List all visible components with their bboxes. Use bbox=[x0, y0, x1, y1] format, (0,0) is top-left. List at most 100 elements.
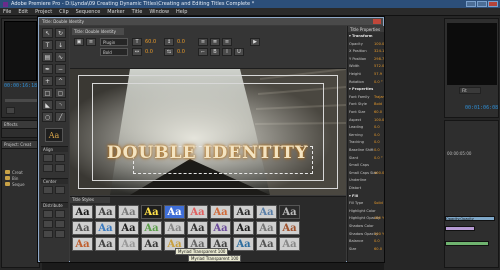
menu-clip[interactable]: Clip bbox=[59, 9, 68, 15]
property-row[interactable]: Balance 0.0 bbox=[348, 238, 384, 244]
font-style-dropdown[interactable]: Bold bbox=[100, 48, 128, 56]
align-left-icon[interactable] bbox=[43, 154, 53, 162]
style-swatch[interactable]: Aa bbox=[256, 205, 277, 219]
property-row[interactable]: Font Size 60.0 bbox=[348, 109, 384, 115]
style-swatch[interactable]: Aa bbox=[141, 221, 162, 235]
property-value[interactable]: 100.0 % bbox=[374, 42, 384, 46]
property-value[interactable]: 60.0 bbox=[374, 247, 382, 251]
property-value[interactable]: 60.0 bbox=[374, 110, 382, 114]
menu-file[interactable]: File bbox=[3, 9, 11, 15]
property-row[interactable]: Shadow Opacity100 % bbox=[348, 231, 384, 237]
property-value[interactable]: 0.0 ° bbox=[374, 80, 383, 84]
underline-icon[interactable]: U bbox=[234, 48, 244, 56]
property-row[interactable]: Rotation 0.0 ° bbox=[348, 79, 384, 85]
property-value[interactable]: 298.7 bbox=[374, 57, 384, 61]
distribute-center-icon[interactable] bbox=[55, 210, 65, 218]
style-swatch[interactable]: Aa bbox=[210, 205, 231, 219]
style-swatch[interactable]: Aa bbox=[72, 205, 93, 219]
align-text-right-icon[interactable]: ≡ bbox=[222, 38, 232, 46]
arc-tool-icon[interactable]: ◝ bbox=[55, 100, 66, 110]
style-swatch[interactable]: Aa bbox=[233, 221, 254, 235]
wedge-tool-icon[interactable]: ◣ bbox=[42, 100, 53, 110]
property-row[interactable]: X Position 324.1 bbox=[348, 48, 384, 54]
rectangle-tool-icon[interactable]: □ bbox=[42, 88, 53, 98]
timeline-clip[interactable]: Opacity:Opacity bbox=[445, 216, 495, 221]
property-value[interactable]: 100.0 % bbox=[374, 118, 384, 122]
property-row[interactable]: Leading 0.0 bbox=[348, 124, 384, 130]
italic-icon[interactable]: I bbox=[222, 48, 232, 56]
property-row[interactable]: Width 572.0 bbox=[348, 63, 384, 69]
style-swatch[interactable]: Aa bbox=[141, 205, 162, 219]
style-swatch[interactable]: Aa bbox=[118, 205, 139, 219]
property-row[interactable]: Fill Type Solid bbox=[348, 200, 384, 206]
property-row[interactable]: Aspect 100.0 % bbox=[348, 117, 384, 123]
property-value[interactable]: 0.0 bbox=[374, 125, 380, 129]
property-value[interactable]: 0.0 bbox=[374, 140, 380, 144]
distribute-left-icon[interactable] bbox=[43, 210, 53, 218]
list-item[interactable]: Seque bbox=[2, 181, 39, 187]
distribute-bottom-icon[interactable] bbox=[55, 230, 65, 238]
rotate-tool-icon[interactable]: ↻ bbox=[55, 28, 66, 38]
vertical-type-tool-icon[interactable]: ↓ bbox=[55, 40, 66, 50]
title-canvas[interactable] bbox=[70, 69, 346, 195]
property-row[interactable]: Slant 0.0 ° bbox=[348, 155, 384, 161]
style-swatch[interactable]: Aa bbox=[210, 221, 231, 235]
property-value[interactable]: Trajan Pro bbox=[374, 95, 384, 99]
align-top-icon[interactable] bbox=[43, 164, 53, 172]
pen-tool-icon[interactable]: ✒ bbox=[42, 64, 53, 74]
tab-stops-icon[interactable]: ⌐ bbox=[198, 48, 208, 56]
font-family-dropdown[interactable]: Plugin bbox=[100, 38, 128, 46]
menu-marker[interactable]: Marker bbox=[107, 9, 124, 15]
titler-close-button[interactable] bbox=[373, 19, 381, 24]
selection-tool-icon[interactable]: ↖ bbox=[42, 28, 53, 38]
property-value[interactable]: 0.0 bbox=[374, 148, 380, 152]
style-swatch[interactable]: Aa bbox=[95, 237, 116, 251]
property-row[interactable]: Tracking 0.0 bbox=[348, 139, 384, 145]
property-value[interactable]: 100 % bbox=[374, 232, 384, 236]
style-swatch[interactable]: Aa bbox=[187, 205, 208, 219]
distribute-middle-icon[interactable] bbox=[43, 230, 53, 238]
property-value[interactable]: 0.0 ° bbox=[374, 156, 383, 160]
style-swatch[interactable]: Aa bbox=[118, 237, 139, 251]
area-type-tool-icon[interactable]: ▤ bbox=[42, 52, 53, 62]
property-row[interactable]: Highlight Opacity100 % bbox=[348, 215, 384, 221]
kerning-value[interactable]: 0.0 bbox=[145, 49, 153, 55]
property-row[interactable]: Opacity 100.0 % bbox=[348, 41, 384, 47]
roll-crawl-options-icon[interactable]: ≡ bbox=[86, 38, 96, 46]
style-swatch[interactable]: Aa bbox=[279, 205, 300, 219]
property-row[interactable]: Shadow Color bbox=[348, 223, 384, 229]
menu-help[interactable]: Help bbox=[176, 9, 187, 15]
property-section-header[interactable]: ▾ Properties bbox=[348, 86, 384, 92]
align-text-center-icon[interactable]: ≣ bbox=[210, 38, 220, 46]
title-text-object[interactable]: DOUBLE IDENTITY bbox=[105, 143, 310, 163]
title-properties-tab[interactable]: Title Properties bbox=[348, 26, 384, 32]
property-value[interactable]: 324.1 bbox=[374, 49, 384, 53]
style-swatch[interactable]: Aa bbox=[256, 221, 277, 235]
style-swatch[interactable]: Aa bbox=[187, 221, 208, 235]
property-value[interactable]: Solid bbox=[374, 201, 383, 205]
property-row[interactable]: Highlight Color bbox=[348, 208, 384, 214]
property-row[interactable]: Font Family Trajan Pro bbox=[348, 94, 384, 100]
type-tool-icon[interactable]: T bbox=[42, 40, 53, 50]
minimize-button[interactable] bbox=[466, 1, 476, 7]
show-background-video-icon[interactable]: ▶ bbox=[250, 38, 260, 46]
property-section-header[interactable]: ▾ Fill bbox=[348, 193, 384, 199]
property-row[interactable]: Distort bbox=[348, 185, 384, 191]
menu-window[interactable]: Window bbox=[149, 9, 169, 15]
menu-edit[interactable]: Edit bbox=[18, 9, 28, 15]
fit-dropdown[interactable]: Fit bbox=[459, 87, 481, 94]
align-center-icon[interactable] bbox=[55, 154, 65, 162]
maximize-button[interactable] bbox=[477, 1, 487, 7]
timeline-clip[interactable] bbox=[445, 226, 475, 231]
property-value[interactable]: 0.0 bbox=[374, 239, 380, 243]
style-swatch[interactable]: Aa bbox=[141, 237, 162, 251]
align-text-left-icon[interactable]: ≡ bbox=[198, 38, 208, 46]
tracking-value[interactable]: 0.0 bbox=[177, 49, 185, 55]
style-swatch[interactable]: Aa bbox=[72, 221, 93, 235]
path-type-tool-icon[interactable]: ∿ bbox=[55, 52, 66, 62]
line-tool-icon[interactable]: ╱ bbox=[55, 112, 66, 122]
distribute-right-icon[interactable] bbox=[43, 220, 53, 228]
property-row[interactable]: Underline bbox=[348, 177, 384, 183]
new-title-icon[interactable]: ▣ bbox=[74, 38, 84, 46]
convert-anchor-tool-icon[interactable]: ^ bbox=[55, 76, 66, 86]
